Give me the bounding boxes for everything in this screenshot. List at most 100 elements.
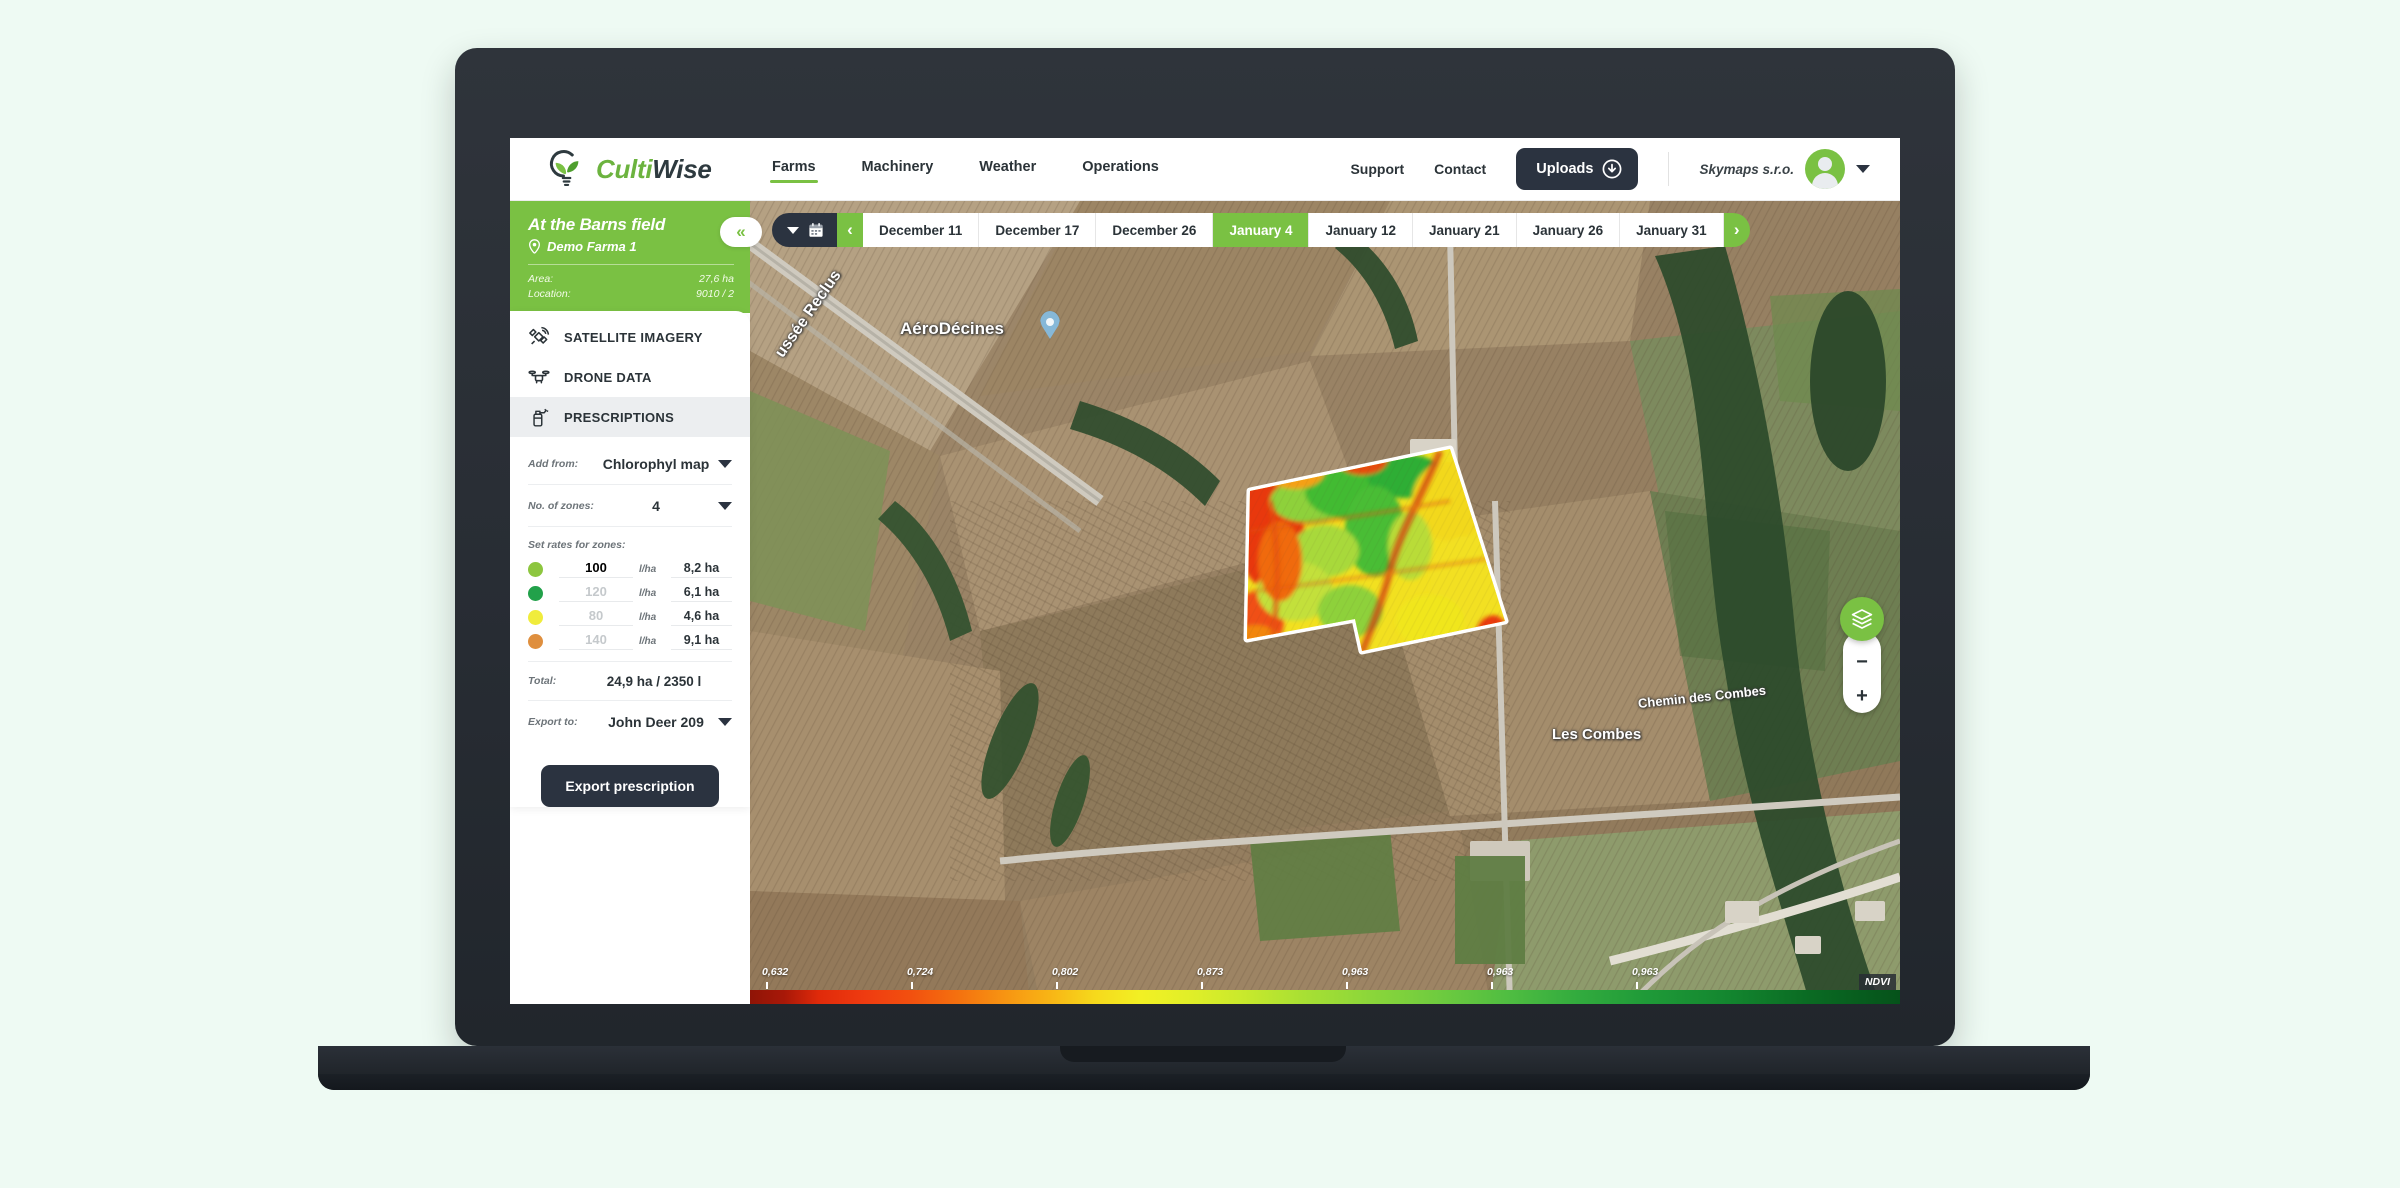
date-tab-january-31[interactable]: January 31 — [1620, 213, 1724, 247]
date-tab-december-17[interactable]: December 17 — [979, 213, 1097, 247]
zone-rate-input[interactable]: 80 — [559, 608, 633, 626]
main-navigation: Farms Machinery Weather Operations — [770, 153, 1161, 185]
zone-color-swatch — [528, 585, 543, 601]
export-prescription-button[interactable]: Export prescription — [541, 765, 719, 807]
uploads-button[interactable]: Uploads — [1516, 148, 1639, 190]
laptop-foot — [318, 1074, 2090, 1090]
sidebar-item-label: PRESCRIPTIONS — [564, 409, 675, 425]
uploads-label: Uploads — [1536, 161, 1594, 177]
ndvi-legend-title: NDVI — [1858, 974, 1896, 990]
no-of-zones-value: 4 — [652, 497, 660, 514]
table-row: 80 l/ha 4,6 ha — [528, 605, 732, 629]
zone-rate-input[interactable]: 100 — [559, 560, 633, 578]
date-tab-january-12[interactable]: January 12 — [1309, 213, 1414, 247]
sprayer-icon — [533, 408, 549, 427]
layers-button[interactable] — [1840, 597, 1884, 641]
topbar-divider — [1668, 152, 1670, 186]
ndvi-tick: 0,963 — [1487, 966, 1513, 989]
zone-unit-label: l/ha — [639, 611, 657, 623]
zone-area-value: 8,2 ha — [671, 561, 732, 578]
farm-name-row: Demo Farma 1 — [510, 239, 750, 254]
zone-rate-input[interactable]: 140 — [559, 632, 633, 650]
sidebar-item-label: SATELLITE IMAGERY — [564, 329, 703, 345]
zone-rate-input[interactable]: 120 — [559, 584, 633, 602]
date-prev-button[interactable]: ‹ — [837, 213, 863, 247]
chevron-down-icon — [718, 501, 732, 510]
zone-area-value: 4,6 ha — [671, 609, 732, 626]
brand-logo-block[interactable]: CultiWise — [510, 148, 760, 190]
ndvi-tick: 0,873 — [1197, 966, 1223, 989]
zoom-in-button[interactable]: + — [1843, 679, 1881, 713]
satellite-icon — [529, 326, 550, 345]
nav-item-machinery[interactable]: Machinery — [860, 153, 936, 185]
zone-unit-label: l/ha — [639, 563, 657, 575]
zone-color-swatch — [528, 609, 543, 625]
date-tab-january-26[interactable]: January 26 — [1516, 213, 1621, 247]
farm-name-label: Demo Farma 1 — [547, 239, 637, 254]
chevron-down-icon — [787, 226, 799, 234]
total-row: Total: 24,9 ha / 2350 l — [528, 661, 732, 701]
field-location-row: Location: 9010 / 2 — [510, 287, 750, 302]
sidebar-item-prescriptions[interactable]: PRESCRIPTIONS — [510, 397, 750, 437]
field-location-value: 9010 / 2 — [696, 288, 734, 300]
no-of-zones-select[interactable]: No. of zones: 4 — [528, 485, 732, 527]
export-to-value: John Deer 209 — [608, 714, 704, 730]
add-from-select[interactable]: Add from: Chlorophyl map — [528, 443, 732, 485]
nav-item-support[interactable]: Support — [1350, 161, 1404, 177]
date-tab-january-4[interactable]: January 4 — [1213, 213, 1310, 247]
screenshot-stage: CultiWise Farms Machinery Weather Operat… — [0, 0, 2400, 1188]
sidebar-item-satellite-imagery[interactable]: SATELLITE IMAGERY — [510, 317, 750, 357]
table-row: 120 l/ha 6,1 ha — [528, 581, 732, 605]
nav-item-contact[interactable]: Contact — [1434, 161, 1486, 177]
date-tools-button[interactable] — [772, 213, 837, 247]
map-view[interactable]: ‹ December 11 December 17 December 26 Ja… — [750, 201, 1900, 1004]
field-header: At the Barns field Demo Farma 1 Area: 27… — [510, 201, 762, 313]
page-title: At the Barns field — [528, 215, 666, 234]
layers-stack-icon — [1851, 609, 1873, 629]
user-name-label: Skymaps s.r.o. — [1699, 161, 1794, 177]
date-tab-january-21[interactable]: January 21 — [1413, 213, 1517, 247]
zoom-out-button[interactable]: − — [1843, 645, 1881, 679]
nav-item-weather[interactable]: Weather — [977, 153, 1038, 185]
ndvi-legend: 0,632 0,724 0,802 0,873 0,963 0,963 0,96… — [750, 958, 1900, 1004]
location-pin-icon — [529, 239, 540, 254]
ndvi-tick: 0,963 — [1632, 966, 1658, 989]
date-tab-december-26[interactable]: December 26 — [1096, 213, 1214, 247]
sidebar-item-drone-data[interactable]: DRONE DATA — [510, 357, 750, 397]
ndvi-tick: 0,802 — [1052, 966, 1078, 989]
left-sidebar: At the Barns field Demo Farma 1 Area: 27… — [510, 201, 762, 1004]
calendar-icon — [809, 223, 823, 237]
field-header-divider — [528, 264, 734, 265]
total-label: Total: — [528, 675, 557, 687]
zone-area-value: 9,1 ha — [671, 633, 732, 650]
field-area-label: Area: — [528, 273, 554, 285]
chevron-down-icon — [718, 459, 732, 468]
zone-color-swatch — [528, 633, 543, 649]
no-of-zones-label: No. of zones: — [528, 499, 594, 512]
nav-item-operations[interactable]: Operations — [1080, 153, 1161, 185]
zoom-controls: − + — [1843, 631, 1881, 713]
table-row: 140 l/ha 9,1 ha — [528, 629, 732, 653]
laptop-notch — [1060, 1046, 1346, 1062]
satellite-map-imagery — [750, 201, 1900, 1004]
date-next-button[interactable]: › — [1723, 213, 1750, 247]
prescription-form: Add from: Chlorophyl map No. of zones: 4… — [510, 437, 750, 807]
field-location-label: Location: — [528, 288, 571, 300]
app-topbar: CultiWise Farms Machinery Weather Operat… — [510, 138, 1900, 201]
drone-icon — [528, 370, 550, 384]
app-screen: CultiWise Farms Machinery Weather Operat… — [510, 138, 1900, 1004]
chevron-down-icon — [1856, 165, 1870, 173]
nav-item-farms[interactable]: Farms — [770, 153, 818, 185]
export-to-label: Export to: — [528, 716, 578, 728]
leaf-bulb-logo-icon — [549, 150, 579, 186]
zone-area-value: 6,1 ha — [671, 585, 732, 602]
zone-unit-label: l/ha — [639, 587, 657, 599]
chevron-right-icon: › — [1733, 220, 1740, 239]
ndvi-tick: 0,724 — [907, 966, 933, 989]
add-from-label: Add from: — [528, 457, 579, 470]
sidebar-collapse-button[interactable]: « — [720, 217, 762, 247]
double-chevron-left-icon: « — [736, 222, 746, 241]
export-to-select[interactable]: Export to: John Deer 209 — [528, 701, 732, 743]
user-menu[interactable]: Skymaps s.r.o. — [1699, 149, 1870, 189]
date-tab-december-11[interactable]: December 11 — [863, 213, 980, 247]
